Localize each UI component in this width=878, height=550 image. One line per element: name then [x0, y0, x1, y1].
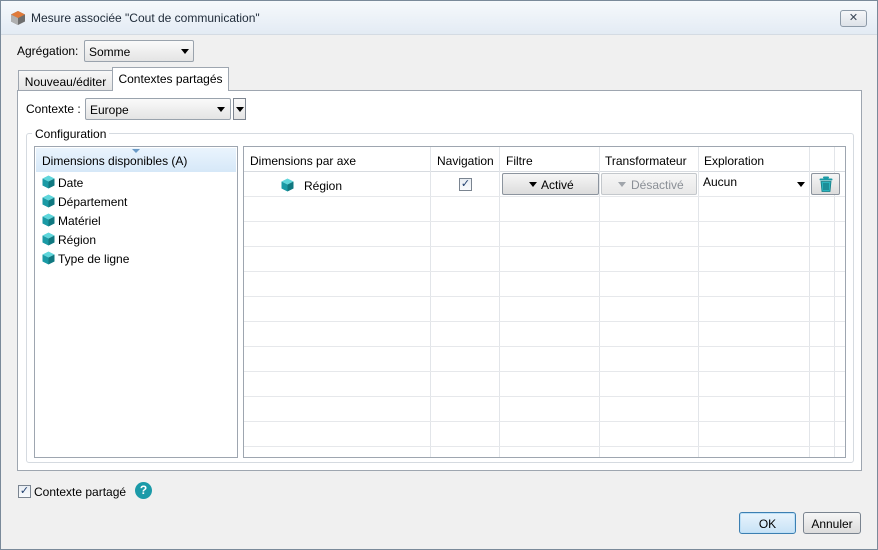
checkmark-icon: ✓	[460, 178, 471, 190]
close-icon: ✕	[848, 12, 859, 24]
cancel-button[interactable]: Annuler	[803, 512, 861, 534]
checkmark-icon: ✓	[19, 485, 30, 497]
column-divider	[599, 147, 600, 457]
column-header-label: Exploration	[704, 154, 765, 168]
column-header-filtre[interactable]: Filtre	[500, 147, 599, 171]
tab-label: Nouveau/éditer	[24, 75, 107, 89]
dialog-window: Mesure associée "Cout de communication" …	[0, 0, 878, 550]
column-header-exploration[interactable]: Exploration	[698, 147, 809, 171]
cancel-button-label: Annuler	[811, 517, 853, 531]
transformer-button-label: Désactivé	[631, 178, 684, 192]
dimension-cube-icon	[42, 175, 55, 189]
column-header-label: Navigation	[437, 154, 494, 168]
ok-button[interactable]: OK	[739, 512, 796, 534]
row-divider	[244, 221, 845, 222]
list-item-date[interactable]: Date	[42, 174, 232, 192]
row-divider	[244, 321, 845, 322]
list-item-type-de-ligne[interactable]: Type de ligne	[42, 250, 232, 268]
dimension-cube-icon	[42, 251, 55, 265]
column-divider	[499, 147, 500, 457]
chevron-down-icon	[217, 107, 225, 112]
aggregation-value: Somme	[89, 45, 131, 59]
trash-icon	[819, 176, 833, 192]
title-bar[interactable]: Mesure associée "Cout de communication" …	[1, 1, 877, 35]
available-dimensions-title: Dimensions disponibles (A)	[42, 154, 188, 168]
dimension-label: Région	[58, 233, 97, 247]
window-title: Mesure associée "Cout de communication"	[31, 11, 260, 25]
delete-row-button[interactable]	[811, 173, 840, 195]
filter-button-label: Activé	[541, 178, 574, 192]
navigation-checkbox[interactable]: ✓	[459, 178, 472, 191]
help-icon[interactable]: ?	[135, 482, 152, 499]
list-item-materiel[interactable]: Matériel	[42, 212, 232, 230]
column-header-dimensions[interactable]: Dimensions par axe	[244, 147, 431, 171]
exploration-value[interactable]: Aucun	[703, 175, 737, 189]
column-header-label: Transformateur	[605, 154, 687, 168]
context-value: Europe	[90, 103, 129, 117]
list-item-region[interactable]: Région	[42, 231, 232, 249]
context-select[interactable]: Europe	[85, 98, 231, 120]
row-divider	[244, 296, 845, 297]
chevron-down-icon	[529, 182, 537, 187]
chevron-down-icon	[618, 182, 626, 187]
row-divider	[244, 396, 845, 397]
ok-button-label: OK	[758, 517, 777, 531]
context-label: Contexte :	[26, 102, 81, 116]
row-divider	[244, 446, 845, 447]
dimension-label: Matériel	[58, 214, 101, 228]
dimension-cube-icon	[42, 232, 55, 246]
tab-nouveau-editer[interactable]: Nouveau/éditer	[18, 70, 113, 92]
dimension-label: Date	[58, 176, 84, 190]
chevron-down-icon	[181, 49, 189, 54]
column-divider	[430, 147, 431, 457]
column-header-label: Dimensions par axe	[250, 154, 357, 168]
context-menu-button[interactable]	[233, 98, 246, 120]
tab-contextes-partages[interactable]: Contextes partagés	[112, 67, 229, 91]
row-dimension-label: Région	[304, 179, 343, 193]
row-divider	[244, 196, 845, 197]
close-button[interactable]: ✕	[840, 10, 867, 27]
dimension-label: Département	[58, 195, 128, 209]
column-header-transformateur[interactable]: Transformateur	[599, 147, 698, 171]
row-divider	[244, 421, 845, 422]
aggregation-label: Agrégation:	[17, 44, 79, 58]
axis-dimensions-table: Dimensions par axe Navigation Filtre Tra…	[243, 146, 846, 458]
shared-context-label: Contexte partagé	[34, 485, 127, 499]
aggregation-select[interactable]: Somme	[84, 40, 194, 62]
table-header: Dimensions par axe Navigation Filtre Tra…	[244, 147, 845, 172]
available-dimensions-header[interactable]: Dimensions disponibles (A)	[36, 148, 236, 172]
configuration-legend: Configuration	[32, 127, 110, 141]
filter-active-button[interactable]: Activé	[502, 173, 599, 195]
app-cube-icon	[11, 11, 25, 25]
column-header-label: Filtre	[506, 154, 533, 168]
available-dimensions-panel: Dimensions disponibles (A) Date Départem…	[34, 146, 238, 458]
tab-label: Contextes partagés	[118, 72, 223, 86]
dimension-label: Type de ligne	[58, 252, 130, 266]
transformer-disabled-button[interactable]: Désactivé	[601, 173, 697, 195]
row-divider	[244, 371, 845, 372]
list-item-departement[interactable]: Département	[42, 193, 232, 211]
chevron-down-icon	[236, 107, 244, 112]
column-divider	[698, 147, 699, 457]
shared-context-checkbox[interactable]: ✓	[18, 485, 31, 498]
dimension-cube-icon	[42, 213, 55, 227]
help-symbol: ?	[139, 483, 148, 497]
dimension-cube-icon	[42, 194, 55, 208]
row-divider	[244, 346, 845, 347]
sort-caret-icon	[132, 149, 140, 153]
row-divider	[244, 246, 845, 247]
column-divider	[809, 147, 810, 457]
row-divider	[244, 271, 845, 272]
column-header-navigation[interactable]: Navigation	[431, 147, 500, 171]
dimension-cube-icon	[281, 178, 294, 192]
chevron-down-icon[interactable]	[797, 182, 805, 187]
